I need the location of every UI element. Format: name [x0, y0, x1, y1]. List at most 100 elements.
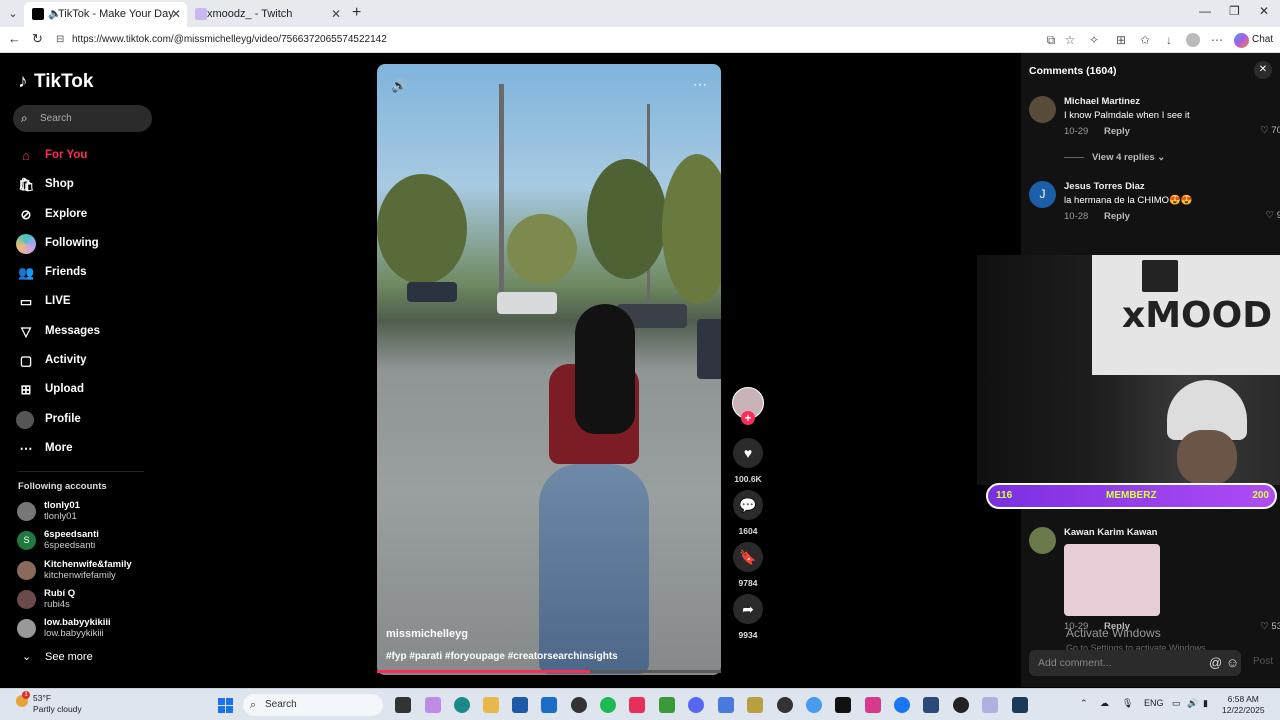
- video-progress-bar[interactable]: [377, 670, 721, 673]
- view-replies-button[interactable]: View 4 replies ⌄: [1064, 152, 1165, 163]
- emoji-icon[interactable]: ☺: [1226, 655, 1239, 670]
- file-explorer-icon[interactable]: [483, 697, 499, 713]
- obs-icon[interactable]: [571, 697, 587, 713]
- tiktok-app-icon[interactable]: [629, 697, 645, 713]
- search-input[interactable]: ⌕ Search: [13, 105, 152, 132]
- task-view-icon[interactable]: [395, 697, 411, 713]
- tab-twitch[interactable]: xmoodz_ - Twitch ✕: [189, 2, 347, 27]
- sidebar-item-activity[interactable]: ▢ Activity: [18, 346, 100, 375]
- downloads-icon[interactable]: ↓: [1162, 33, 1176, 47]
- avatar[interactable]: [1029, 527, 1056, 554]
- mic-icon[interactable]: 🎙: [1122, 698, 1133, 709]
- sidebar-item-friends[interactable]: 👥 Friends: [18, 258, 100, 287]
- volume-icon[interactable]: 🔊: [391, 78, 407, 94]
- video-player[interactable]: 🔊 ⋯: [377, 64, 721, 675]
- following-account[interactable]: tlonly01 tlonly01: [17, 500, 132, 529]
- favorite-star-icon[interactable]: ☆: [1063, 33, 1077, 47]
- app-icon[interactable]: [747, 697, 763, 713]
- back-icon[interactable]: ←: [8, 31, 21, 46]
- reply-button[interactable]: Reply: [1104, 126, 1130, 137]
- copilot-chat-button[interactable]: Chat: [1234, 31, 1273, 49]
- close-tab-icon[interactable]: ✕: [331, 2, 341, 26]
- extensions-icon[interactable]: ✧: [1087, 33, 1101, 47]
- following-account[interactable]: Kitchenwife&family kitchenwifefamily: [17, 559, 132, 588]
- comment-author[interactable]: Kawan Karim Kawan: [1064, 527, 1157, 538]
- battery-icon[interactable]: ▮: [1203, 698, 1208, 709]
- sidebar-item-for-you[interactable]: ⌂ For You: [18, 141, 100, 170]
- weather-widget[interactable]: 1 53°F Partly cloudy: [16, 691, 82, 715]
- spotify-icon[interactable]: [600, 697, 616, 713]
- following-account[interactable]: S 6speedsanti 6speedsanti: [17, 529, 132, 558]
- see-more-button[interactable]: ⌄ See more: [22, 651, 93, 663]
- comment-like-button[interactable]: ♡ 53: [1260, 621, 1280, 632]
- comment-like-button[interactable]: ♡ 70: [1260, 125, 1280, 136]
- sidebar-item-messages[interactable]: ▽ Messages: [18, 317, 100, 346]
- snip-icon[interactable]: [718, 697, 734, 713]
- tab-list-icon[interactable]: ⌄: [4, 5, 22, 23]
- volume-icon[interactable]: 🔊: [1187, 698, 1198, 709]
- comment-button[interactable]: 💬 1604: [732, 490, 764, 536]
- sidebar-item-live[interactable]: ▭ LIVE: [18, 287, 100, 316]
- nvidia-icon[interactable]: [659, 697, 675, 713]
- copilot-app-icon[interactable]: [425, 697, 441, 713]
- outlook-icon[interactable]: [541, 697, 557, 713]
- new-tab-icon[interactable]: +: [352, 4, 361, 22]
- capcut-icon[interactable]: [777, 697, 793, 713]
- close-window-icon[interactable]: ✕: [1259, 4, 1269, 18]
- steam-icon[interactable]: [1012, 697, 1028, 713]
- address-bar[interactable]: ⊟ https://www.tiktok.com/@missmichelleyg…: [52, 30, 1082, 50]
- speaker-icon[interactable]: 🔈: [48, 2, 62, 26]
- sidebar-item-more[interactable]: ⋯ More: [18, 434, 100, 463]
- close-icon[interactable]: ✕: [1254, 61, 1272, 79]
- windows-start-icon[interactable]: [218, 698, 233, 713]
- avatar[interactable]: [1029, 96, 1056, 123]
- app-icon[interactable]: [982, 697, 998, 713]
- share-button[interactable]: ➦ 9934: [732, 594, 764, 640]
- split-screen-icon[interactable]: ⊞: [1114, 33, 1128, 47]
- sidebar-item-explore[interactable]: ⊘ Explore: [18, 200, 100, 229]
- mention-icon[interactable]: @: [1209, 655, 1222, 670]
- wifi-icon[interactable]: ▭: [1172, 698, 1181, 709]
- app-icon[interactable]: [953, 697, 969, 713]
- chevron-up-icon[interactable]: ⌃: [1080, 698, 1088, 709]
- follow-plus-icon[interactable]: +: [741, 411, 755, 425]
- video-hashtags[interactable]: #fyp #parati #foryoupage #creatorsearchi…: [386, 651, 618, 662]
- comment-like-button[interactable]: ♡ 9: [1266, 210, 1280, 221]
- restore-icon[interactable]: ❐: [1229, 4, 1240, 18]
- add-comment-input[interactable]: Add comment... @ ☺: [1029, 650, 1241, 676]
- system-clock[interactable]: 6:58 AM 12/22/2025: [1222, 694, 1265, 716]
- store-icon[interactable]: [512, 697, 528, 713]
- menu-dots-icon[interactable]: ⋯: [1210, 33, 1224, 47]
- sidebar-item-following[interactable]: Following: [16, 229, 100, 258]
- close-tab-icon[interactable]: ✕: [171, 2, 181, 26]
- comment-author[interactable]: Jesus Torres Diaz: [1064, 181, 1145, 192]
- tiktok-studio-icon[interactable]: [835, 697, 851, 713]
- comment-author[interactable]: Michael Martinez: [1064, 96, 1140, 107]
- sidebar-item-profile[interactable]: Profile: [16, 405, 100, 434]
- facebook-icon[interactable]: [894, 697, 910, 713]
- instagram-icon[interactable]: [865, 697, 881, 713]
- sidebar-item-shop[interactable]: 🛍 Shop: [18, 170, 100, 199]
- sidebar-item-upload[interactable]: ⊞ Upload: [18, 375, 100, 404]
- more-options-icon[interactable]: ⋯: [693, 76, 707, 93]
- chrome-icon[interactable]: [806, 697, 822, 713]
- like-button[interactable]: ♥ 100.6K: [732, 438, 764, 484]
- profile-avatar-icon[interactable]: [1186, 33, 1200, 47]
- site-info-icon[interactable]: ⊟: [56, 30, 64, 50]
- tiktok-logo[interactable]: ♪ TikTok: [18, 71, 93, 93]
- taskbar-search-input[interactable]: ⌕ Search: [243, 694, 383, 716]
- save-button[interactable]: 🔖 9784: [732, 542, 764, 588]
- network-icon[interactable]: ☁: [1100, 698, 1109, 709]
- discord-icon[interactable]: [688, 697, 704, 713]
- language-indicator[interactable]: ENG: [1144, 698, 1164, 708]
- avatar[interactable]: J: [1029, 181, 1056, 208]
- open-in-app-icon[interactable]: ⧉: [1044, 33, 1058, 47]
- refresh-icon[interactable]: ↻: [32, 31, 43, 47]
- favorites-icon[interactable]: ✩: [1138, 33, 1152, 47]
- app-icon[interactable]: [923, 697, 939, 713]
- video-author[interactable]: missmichelleyg: [386, 628, 468, 640]
- following-account[interactable]: Rubí Qrubi4s: [17, 588, 132, 617]
- edge-icon[interactable]: [454, 697, 470, 713]
- minimize-icon[interactable]: —: [1199, 4, 1211, 18]
- reply-button[interactable]: Reply: [1104, 211, 1130, 222]
